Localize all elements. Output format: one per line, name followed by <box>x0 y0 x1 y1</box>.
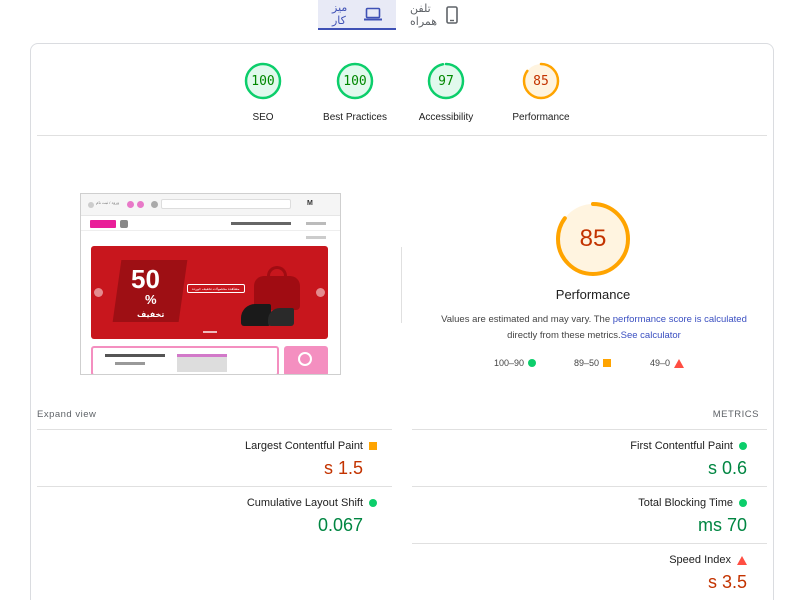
laptop-icon <box>364 7 382 21</box>
metric-title: First Contentful Paint <box>630 440 747 452</box>
see-calculator-link[interactable]: See calculator <box>621 330 681 341</box>
thumb-nav-links <box>231 222 291 225</box>
thumb-side-icon <box>298 352 312 366</box>
thumb-user-icon <box>88 202 94 208</box>
metric-first-contentful-paint: First Contentful Paint s 0.6 <box>412 429 767 486</box>
gauge-ring: 100 <box>336 62 374 100</box>
thumb-bag-handle <box>267 266 287 280</box>
legend-average-label: 89–50 <box>574 358 600 368</box>
category-gauges: 100 SEO 100 Best Practices 97 Accessibil… <box>31 62 773 142</box>
tab-desktop-label: میز کار <box>332 2 348 27</box>
thumb-breadcrumb <box>306 236 326 239</box>
mobile-phone-icon <box>446 6 458 24</box>
device-tabs: میز کار تلفن همراه <box>318 0 472 30</box>
thumb-side-card <box>284 346 328 374</box>
thumb-product-image <box>177 354 227 372</box>
legend-good-label: 100–90 <box>494 358 525 368</box>
thumb-search-box <box>161 199 291 209</box>
thumb-nav-home <box>306 222 326 225</box>
tab-mobile-label: تلفن همراه <box>410 3 438 28</box>
performance-title: Performance <box>555 287 631 302</box>
metric-title: Total Blocking Time <box>638 497 747 509</box>
metric-cumulative-layout-shift: Cumulative Layout Shift 0.067 <box>37 486 392 543</box>
gauge-ring: 97 <box>427 62 465 100</box>
metric-title: Cumulative Layout Shift <box>247 497 377 509</box>
gauge-score: 100 <box>251 73 275 89</box>
thumb-banner-next <box>316 288 325 297</box>
metric-title-text: First Contentful Paint <box>630 440 733 452</box>
gauge-label: Performance <box>512 112 570 123</box>
thumb-header: ورود / ثبت نام M <box>81 194 340 216</box>
thumb-product-price <box>115 362 145 365</box>
metric-total-blocking-time: Total Blocking Time ms 70 <box>412 486 767 543</box>
thumb-banner-dots <box>203 331 217 333</box>
note-prefix: Values are estimated and may vary. The <box>441 314 613 325</box>
performance-score: 85 <box>579 225 607 252</box>
thumb-nav <box>81 217 340 231</box>
tab-desktop[interactable]: میز کار <box>318 0 396 30</box>
thumb-banner-prev <box>94 288 103 297</box>
good-circle-icon <box>369 499 377 507</box>
note-suffix: directly from these metrics. <box>507 330 621 341</box>
metric-value: s 1.5 <box>323 458 363 478</box>
thumb-logo: M <box>307 200 313 207</box>
metric-title-text: Cumulative Layout Shift <box>246 497 363 509</box>
thumb-cart-icon <box>127 201 134 208</box>
metric-title-text: Largest Contentful Paint <box>244 440 363 452</box>
thumb-banner-button: مشاهده محصولات تخفیف خورده <box>187 284 245 293</box>
metric-title: Largest Contentful Paint <box>245 440 377 452</box>
gauge-score: 85 <box>533 73 549 89</box>
metric-value: s 3.5 <box>707 572 747 592</box>
good-circle-icon <box>528 359 537 367</box>
poor-triangle-icon <box>674 358 685 368</box>
legend-average: 89–50 <box>574 358 612 368</box>
divider <box>37 135 767 136</box>
gauge-accessibility[interactable]: 97 Accessibility <box>391 62 501 123</box>
thumb-shoe-2 <box>268 308 294 326</box>
gauge-score: 100 <box>343 73 367 89</box>
legend-poor: 49–0 <box>650 358 685 368</box>
thumb-login-text: ورود / ثبت نام <box>96 200 120 205</box>
gauge-score: 97 <box>438 73 454 89</box>
thumb-discount-tag <box>90 220 116 228</box>
metric-largest-contentful-paint: Largest Contentful Paint s 1.5 <box>37 429 392 486</box>
thumb-product-card <box>91 346 279 374</box>
metric-title-text: Total Blocking Time <box>638 497 733 509</box>
page-screenshot-thumbnail: ورود / ثبت نام M 50 % تخفیف مشاهده محصول… <box>80 193 341 375</box>
gauge-ring: 100 <box>244 62 282 100</box>
performance-note: Values are estimated and may vary. The p… <box>429 312 759 344</box>
good-circle-icon <box>739 499 747 507</box>
legend-poor-label: 49–0 <box>650 358 671 368</box>
metric-title: Speed Index <box>669 554 747 566</box>
poor-triangle-icon <box>737 555 747 565</box>
gauge-performance[interactable]: 85 Performance <box>486 62 596 123</box>
metrics-heading: METRICS <box>712 409 759 420</box>
metric-value: 0.067 <box>317 515 363 535</box>
good-circle-icon <box>739 442 747 450</box>
report-card: 100 SEO 100 Best Practices 97 Accessibil… <box>30 43 774 600</box>
legend-good: 100–90 <box>494 358 537 368</box>
expand-view-toggle[interactable]: Expand view <box>37 409 96 420</box>
tab-mobile[interactable]: تلفن همراه <box>396 0 472 30</box>
thumb-heart-icon <box>137 201 144 208</box>
gauge-ring: 85 <box>522 62 560 100</box>
thumb-banner-word: تخفیف <box>137 310 165 319</box>
average-square-icon <box>603 359 612 367</box>
metric-value: ms 70 <box>697 515 747 535</box>
gauge-label: Accessibility <box>418 112 474 123</box>
thumb-banner-percent: % <box>145 292 157 307</box>
metric-speed-index: Speed Index s 3.5 <box>412 543 767 600</box>
thumb-banner-50: 50 <box>131 264 160 294</box>
vertical-divider <box>401 247 402 323</box>
score-calculated-link[interactable]: performance score is calculated <box>613 314 747 325</box>
thumb-banner: 50 % تخفیف مشاهده محصولات تخفیف خورده <box>91 246 328 339</box>
thumb-menu-icon <box>120 220 128 228</box>
metric-title-text: Speed Index <box>669 554 731 566</box>
performance-gauge-large: 85 <box>555 201 631 277</box>
thumb-product-text <box>105 354 165 357</box>
metric-value: s 0.6 <box>707 458 747 478</box>
average-square-icon <box>369 442 377 450</box>
thumb-compare-icon <box>151 201 158 208</box>
thumb-shoe-1 <box>241 304 271 326</box>
